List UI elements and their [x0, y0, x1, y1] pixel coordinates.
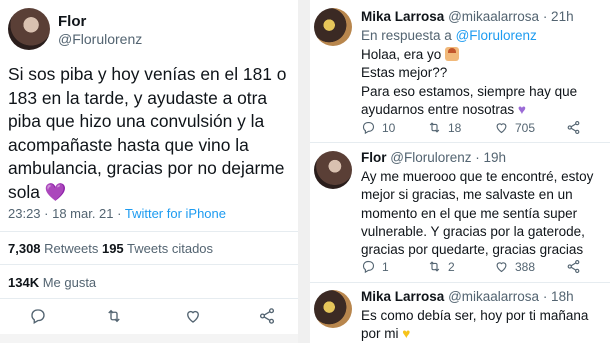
share-icon[interactable]: [258, 307, 276, 325]
reply-count: 10: [382, 120, 396, 135]
avatar[interactable]: [314, 290, 352, 328]
reply-line: Estas mejor??: [361, 65, 448, 81]
reply-prefix: En respuesta a: [361, 28, 456, 43]
retweet-icon[interactable]: [105, 307, 123, 325]
reply-time: · 18h: [542, 289, 574, 304]
main-tweet: Flor @Florulorenz Si sos piba y hoy vení…: [0, 0, 298, 343]
purple-heart-icon: ♥: [517, 101, 526, 117]
share-button[interactable]: [566, 259, 581, 274]
author-name[interactable]: Flor: [361, 150, 387, 165]
next-tweet-strip: [0, 334, 298, 343]
likes-stats[interactable]: 134K Me gusta: [8, 275, 96, 290]
like-button[interactable]: 705: [494, 120, 535, 135]
author-name[interactable]: Mika Larrosa: [361, 289, 444, 304]
retweet-button[interactable]: 2: [427, 259, 455, 274]
reply-actions: 1 2 388: [361, 259, 606, 277]
reply-icon[interactable]: [29, 307, 47, 325]
retweets-count: 7,308: [8, 241, 41, 256]
avatar[interactable]: [314, 8, 352, 46]
reply-text: Ay me muerooo que te encontré, estoy mej…: [361, 169, 594, 258]
retweet-count: 2: [448, 259, 455, 274]
reply-actions: 10 18 705: [361, 120, 606, 138]
share-button[interactable]: [566, 120, 581, 135]
reply-icon: [362, 121, 375, 135]
reply-icon: [362, 260, 375, 274]
divider: [0, 231, 298, 232]
likes-count: 134K: [8, 275, 40, 290]
reply-line: Holaa, era yo: [361, 47, 442, 62]
reply-time: · 21h: [542, 9, 574, 24]
retweet-button[interactable]: 18: [427, 120, 461, 135]
reply-text: Es como debía ser, hoy por ti mañana por…: [361, 307, 606, 343]
like-count: 705: [515, 120, 536, 135]
tweet-actions: [0, 303, 298, 329]
replies-panel: Mika Larrosa @mikaalarrosa · 21h En resp…: [310, 0, 610, 343]
quotes-label: Tweets citados: [123, 241, 214, 256]
yellow-heart-icon: ♥: [402, 326, 411, 342]
tweet-text: Si sos piba y hoy venías en el 181 o 183…: [8, 64, 287, 202]
author-handle[interactable]: @mikaalarrosa: [448, 289, 539, 304]
reply-button[interactable]: 10: [361, 120, 395, 135]
author-name[interactable]: Flor: [58, 13, 86, 30]
divider: [310, 282, 610, 283]
quotes-count: 195: [101, 241, 124, 256]
tweet-time: 23:23 · 18 mar. 21 ·: [8, 206, 125, 221]
reply-header: Mika Larrosa @mikaalarrosa · 21h: [361, 9, 574, 24]
panel-divider: [298, 0, 310, 343]
reply-context: En respuesta a @Florulorenz: [361, 28, 537, 43]
like-icon: [496, 262, 507, 273]
like-icon[interactable]: [184, 307, 202, 325]
like-icon: [496, 123, 507, 134]
divider: [310, 142, 610, 143]
reply-button[interactable]: 1: [361, 259, 389, 274]
retweet-stats[interactable]: 7,308 Retweets 195 Tweets citados: [8, 241, 213, 256]
like-count: 388: [515, 259, 536, 274]
girl-emoji-icon: [445, 47, 460, 61]
reply-header: Mika Larrosa @mikaalarrosa · 18h: [361, 289, 574, 304]
likes-label: Me gusta: [39, 275, 97, 290]
author-handle[interactable]: @Florulorenz: [390, 150, 471, 165]
author-handle[interactable]: @Florulorenz: [58, 31, 142, 47]
author-name[interactable]: Mika Larrosa: [361, 9, 444, 24]
reply-header: Flor @Florulorenz · 19h: [361, 150, 506, 165]
avatar[interactable]: [314, 151, 352, 189]
tweet-timestamp: 23:23 · 18 mar. 21 · Twitter for iPhone: [8, 206, 226, 221]
reply-line: Para eso estamos, siempre hay que ayudar…: [361, 83, 578, 117]
retweet-icon: [429, 261, 440, 272]
reply-time: · 19h: [475, 150, 507, 165]
retweet-count: 18: [448, 120, 462, 135]
retweets-label: Retweets: [40, 241, 102, 256]
avatar[interactable]: [8, 8, 50, 50]
divider: [0, 264, 298, 265]
reply-line: Es como debía ser, hoy por ti mañana por…: [361, 308, 589, 342]
like-button[interactable]: 388: [494, 259, 535, 274]
reply-text: Holaa, era yo Estas mejor?? Para eso est…: [361, 46, 606, 119]
reply-count: 1: [382, 259, 389, 274]
mention-link[interactable]: @Florulorenz: [456, 28, 537, 43]
retweet-icon: [429, 122, 440, 133]
share-icon: [567, 121, 580, 134]
divider: [0, 298, 298, 299]
tweet-source-link[interactable]: Twitter for iPhone: [125, 206, 226, 221]
author-handle[interactable]: @mikaalarrosa: [448, 9, 539, 24]
share-icon: [567, 260, 580, 273]
